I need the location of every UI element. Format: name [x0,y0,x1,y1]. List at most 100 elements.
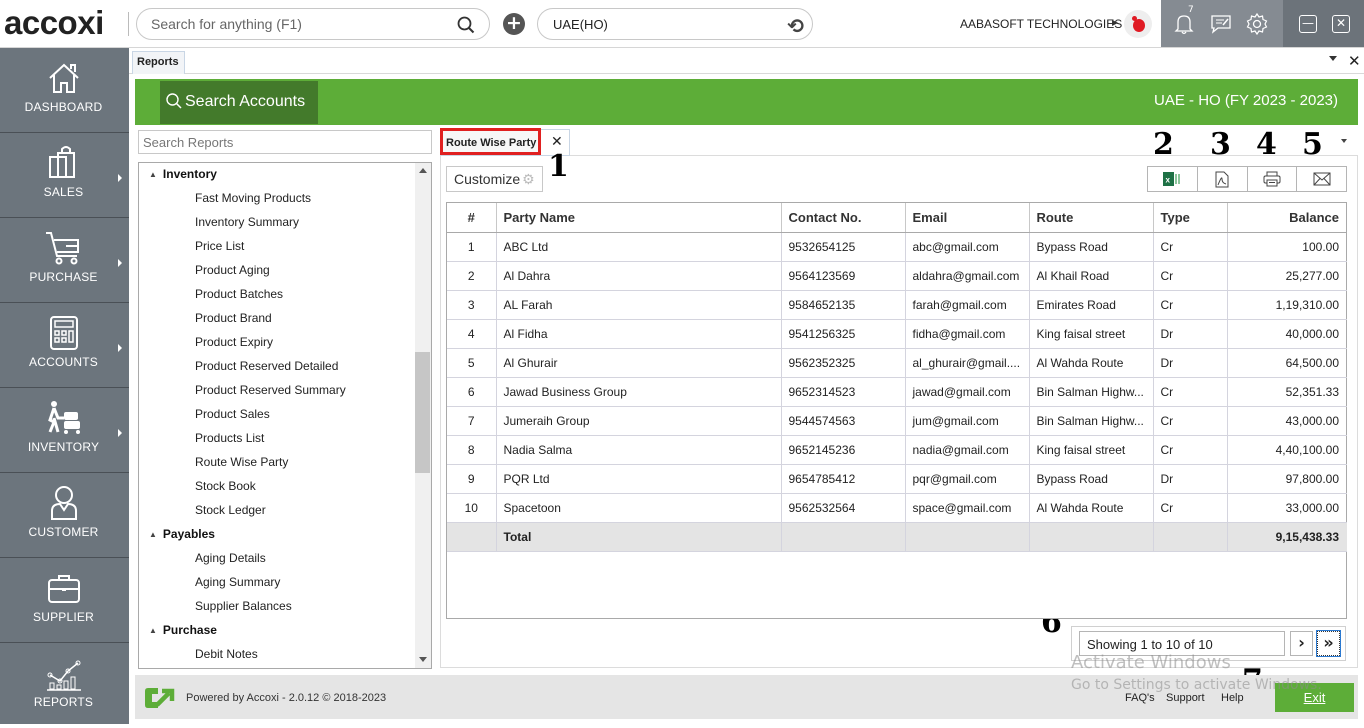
table-row[interactable]: 9 PQR Ltd 9654785412 pqr@gmail.com Bypass Ro… [447,464,1347,494]
report-item[interactable]: Debit Notes [195,647,258,661]
bell-icon[interactable] [1172,12,1196,36]
cell-contact: 9652314523 [781,377,906,407]
add-new-button[interactable]: + [503,13,525,35]
report-item[interactable]: Price List [195,239,244,253]
column-header-type[interactable]: Type [1153,203,1228,233]
total-empty-cell [905,522,1030,552]
cell-email: aldahra@gmail.com [905,261,1030,291]
sidebar-item-purchase[interactable]: PURCHASE [0,218,129,303]
report-item[interactable]: Stock Book [195,479,256,493]
company-avatar[interactable] [1124,10,1152,38]
column-header-email[interactable]: Email [905,203,1030,233]
export-excel-button[interactable]: x [1148,167,1198,191]
table-row[interactable]: 2 Al Dahra 9564123569 aldahra@gmail.com Al K… [447,261,1347,291]
table-row[interactable]: 5 Al Ghurair 9562352325 al_ghurair@gmail...… [447,348,1347,378]
print-button[interactable] [1248,167,1298,191]
branch-selector[interactable]: UAE(HO) ⟲ [537,8,813,40]
cell-party-name: Al Fidha [496,319,782,349]
report-group-payables[interactable]: ▲ Payables [149,527,215,541]
gear-icon[interactable] [1245,12,1269,36]
branch-value: UAE(HO) [553,17,608,32]
global-search-input[interactable]: Search for anything (F1) [136,8,490,40]
report-item[interactable]: Aging Summary [195,575,280,589]
total-empty-cell [781,522,906,552]
sidebar-item-sales[interactable]: SALES [0,133,129,218]
customize-button[interactable]: Customize ⚙ [446,166,543,192]
report-item[interactable]: Product Aging [195,263,270,277]
company-name[interactable]: AABASOFT TECHNOLOGIES [960,17,1122,31]
email-button[interactable] [1297,167,1346,191]
cell-route: Bin Salman Highw... [1029,406,1154,436]
next-page-button[interactable]: › [1290,631,1313,656]
report-item[interactable]: Fast Moving Products [195,191,311,205]
table-row[interactable]: 4 Al Fidha 9541256325 fidha@gmail.com King f… [447,319,1347,349]
cell-route: Al Wahda Route [1029,493,1154,523]
cell-type: Cr [1153,435,1228,465]
cell-email: jum@gmail.com [905,406,1030,436]
company-caret-icon[interactable]: ▶ [1112,18,1118,27]
tab-route-wise-party[interactable]: Route Wise Party [440,128,541,155]
submenu-arrow-icon [118,429,122,437]
table-row[interactable]: 6 Jawad Business Group 9652314523 jawad@gma… [447,377,1347,407]
table-row[interactable]: 1 ABC Ltd 9532654125 abc@gmail.com Bypass Ro… [447,232,1347,262]
column-header-contact[interactable]: Contact No. [781,203,906,233]
report-item[interactable]: Product Brand [195,311,272,325]
report-item[interactable]: Product Batches [195,287,283,301]
report-item[interactable]: Aging Details [195,551,266,565]
report-group-purchase[interactable]: ▲ Purchase [149,623,217,637]
sidebar-item-dashboard[interactable]: DASHBOARD [0,48,129,133]
report-item[interactable]: Products List [195,431,264,445]
scroll-up-icon[interactable] [419,168,427,173]
report-group-inventory[interactable]: ▲ Inventory [149,167,217,181]
table-row[interactable]: 7 Jumeraih Group 9544574563 jum@gmail.com Bi… [447,406,1347,436]
refresh-icon[interactable]: ⟲ [787,14,804,38]
top-bar: accoxi Search for anything (F1) + UAE(HO… [0,0,1364,48]
faq-link[interactable]: FAQ's [1125,692,1155,704]
column-header-balance[interactable]: Balance [1227,203,1347,233]
report-item[interactable]: Product Expiry [195,335,273,349]
report-item-route-wise-party[interactable]: Route Wise Party [195,455,288,469]
report-item[interactable]: Product Sales [195,407,270,421]
help-link[interactable]: Help [1221,692,1244,704]
report-item[interactable]: Product Reserved Detailed [195,359,338,373]
close-window-button[interactable]: ✕ [1332,15,1350,33]
export-options-caret-icon[interactable] [1341,139,1347,143]
report-item[interactable]: Supplier Balances [195,599,292,613]
cell-type: Cr [1153,493,1228,523]
cell-type: Cr [1153,290,1228,320]
sidebar-item-supplier[interactable]: SUPPLIER [0,558,129,643]
cell-balance: 25,277.00 [1227,261,1347,291]
column-header-party-name[interactable]: Party Name [496,203,782,233]
powered-by-text: Powered by Accoxi - 2.0.12 © 2018-2023 [186,692,387,704]
search-icon[interactable] [457,16,475,34]
scroll-down-icon[interactable] [419,657,427,662]
cell-index: 3 [447,290,497,320]
report-item[interactable]: Product Reserved Summary [195,383,346,397]
cell-party-name: PQR Ltd [496,464,782,494]
report-item[interactable]: Inventory Summary [195,215,299,229]
export-pdf-button[interactable] [1198,167,1248,191]
last-page-button[interactable]: » [1316,630,1341,657]
minimize-button[interactable]: — [1299,15,1317,33]
column-header-index[interactable]: # [447,203,497,233]
tab-reports[interactable]: Reports [132,51,185,74]
sidebar-item-reports[interactable]: REPORTS [0,643,129,728]
report-list-scroll-thumb[interactable] [415,352,430,473]
support-link[interactable]: Support [1166,692,1205,704]
table-row[interactable]: 3 AL Farah 9584652135 farah@gmail.com Emirat… [447,290,1347,320]
chat-note-icon[interactable] [1209,12,1233,36]
report-item[interactable]: Stock Ledger [195,503,266,517]
sidebar-item-customer[interactable]: CUSTOMER [0,473,129,558]
cell-balance: 43,000.00 [1227,406,1347,436]
search-reports-input[interactable]: Search Reports [138,130,432,154]
sidebar-item-inventory[interactable]: INVENTORY [0,388,129,473]
total-empty-cell [1153,522,1228,552]
search-accounts-button[interactable]: Search Accounts [160,81,318,124]
close-tab-icon[interactable]: ✕ [1348,52,1361,70]
close-report-tab-icon[interactable]: ✕ [551,134,563,150]
column-header-route[interactable]: Route [1029,203,1154,233]
table-row[interactable]: 8 Nadia Salma 9652145236 nadia@gmail.com Kin… [447,435,1347,465]
sidebar-item-accounts[interactable]: ACCOUNTS [0,303,129,388]
table-row[interactable]: 10 Spacetoon 9562532564 space@gmail.com Al W… [447,493,1347,523]
tab-list-caret-icon[interactable] [1329,56,1337,61]
